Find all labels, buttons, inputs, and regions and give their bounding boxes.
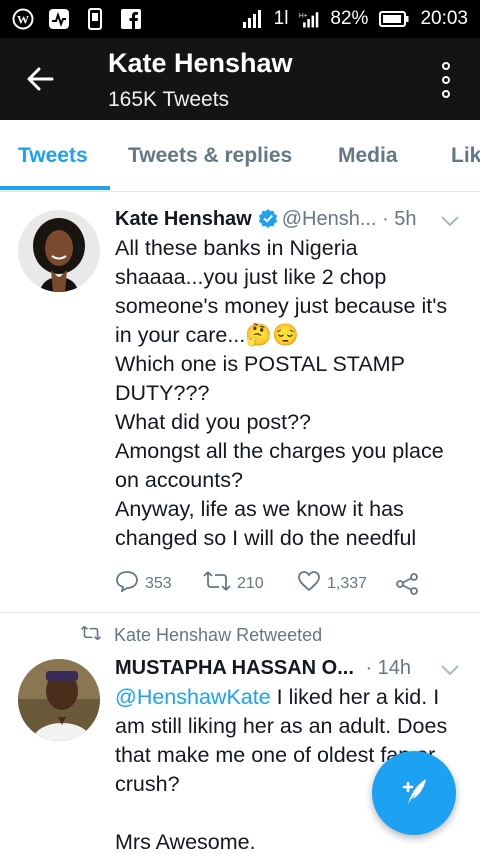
heart-icon — [297, 570, 321, 597]
retweeted-indicator: Kate Henshaw Retweeted — [80, 625, 322, 646]
reply-count: 353 — [145, 574, 172, 592]
tweet-count: 165K Tweets — [108, 88, 230, 111]
chevron-down-icon[interactable] — [440, 214, 460, 232]
retweet-icon — [80, 625, 102, 646]
reply-button[interactable]: 353 — [115, 570, 203, 597]
tab-likes[interactable]: Lik — [451, 144, 480, 168]
tweet-header: MUSTAPHA HASSAN O... · 14h — [115, 657, 411, 680]
like-count: 1,337 — [327, 574, 368, 592]
share-icon[interactable] — [395, 572, 419, 595]
phone-icon — [84, 8, 106, 30]
tweet-line: Anyway, life as we know it has — [115, 497, 404, 521]
clock: 20:03 — [420, 8, 468, 29]
more-vertical-icon[interactable] — [440, 62, 452, 98]
profile-tabs: Tweets Tweets & replies Media Lik — [0, 120, 480, 192]
tweet-header: Kate Henshaw @Hensh... · 5h — [115, 208, 417, 234]
tweet-line: All these banks in Nigeria — [115, 236, 358, 260]
retweet-button[interactable]: 210 — [203, 570, 297, 597]
retweet-icon — [203, 570, 231, 597]
tweet-line: am still liking her as an adult. Does — [115, 714, 448, 738]
author-handle: @Hensh... — [281, 208, 377, 230]
tab-tweets-replies[interactable]: Tweets & replies — [128, 144, 292, 168]
tweet-line: What did you post?? — [115, 410, 312, 434]
tab-tweets[interactable]: Tweets — [18, 144, 88, 168]
tweet-time: · 5h — [382, 208, 417, 230]
avatar[interactable] — [18, 210, 100, 292]
battery-percentage: 82% — [330, 8, 369, 29]
svg-text:H+: H+ — [299, 12, 308, 19]
activity-app-icon — [48, 8, 70, 30]
tweet-actions: 353 210 1,337 — [115, 570, 419, 597]
network-indicator: 1l — [273, 8, 289, 29]
tweet-line: shaaaa...you just like 2 chop — [115, 265, 387, 289]
battery-icon — [378, 8, 410, 30]
avatar[interactable] — [18, 659, 100, 741]
author-name[interactable]: Kate Henshaw — [115, 208, 252, 230]
tweet-line: in your care...🤔😔 — [115, 323, 299, 347]
like-button[interactable]: 1,337 — [297, 570, 395, 597]
tweet-time: · 14h — [365, 657, 412, 679]
tweet-line: changed so I will do the needful — [115, 526, 417, 550]
tweet[interactable]: Kate Henshaw @Hensh... · 5h All these ban… — [0, 192, 480, 612]
tab-media[interactable]: Media — [338, 144, 398, 168]
status-bar: W 1l H+ 82% 20:03 — [0, 0, 480, 38]
verified-badge-icon — [258, 208, 278, 234]
signal-icon — [242, 8, 264, 30]
tweet-line: Which one is POSTAL STAMP — [115, 352, 405, 376]
retweet-count: 210 — [237, 574, 264, 592]
tweet-text: All these banks in Nigeria shaaaa...you … — [115, 234, 465, 553]
active-tab-indicator — [0, 186, 110, 190]
compose-tweet-button[interactable] — [372, 751, 456, 835]
tweet-line: Amongst all the charges you place — [115, 439, 444, 463]
retweeted-label: Kate Henshaw Retweeted — [114, 625, 323, 645]
profile-name: Kate Henshaw — [108, 48, 293, 78]
reply-icon — [115, 570, 139, 597]
tweet-line: someone's money just because it's — [115, 294, 448, 318]
mention-link[interactable]: @HenshawKate — [115, 685, 271, 709]
svg-text:W: W — [17, 13, 29, 27]
tweet-line: DUTY??? — [115, 381, 210, 405]
tweet-line: on accounts? — [115, 468, 243, 492]
compose-tweet-icon — [396, 773, 432, 814]
wordpress-icon: W — [12, 8, 34, 30]
signal-h-icon: H+ — [298, 8, 320, 30]
tweet-line: @HenshawKate I liked her a kid. I — [115, 685, 440, 709]
arrow-left-icon[interactable] — [22, 64, 58, 94]
author-name[interactable]: MUSTAPHA HASSAN O... — [115, 657, 354, 679]
facebook-icon — [120, 8, 142, 30]
chevron-down-icon[interactable] — [440, 663, 460, 681]
profile-header: Kate Henshaw 165K Tweets — [0, 38, 480, 120]
